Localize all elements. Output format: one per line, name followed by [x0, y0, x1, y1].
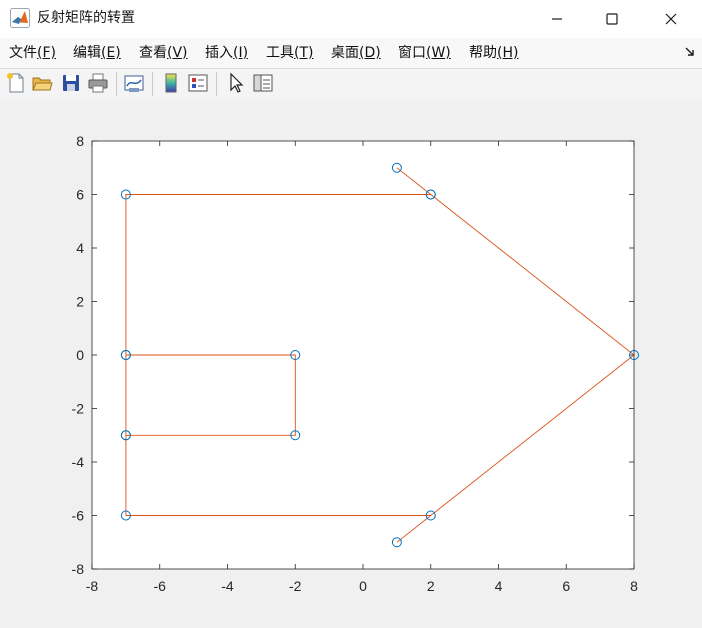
- x-tick-label: -2: [289, 578, 302, 594]
- plot-area[interactable]: -8 -6 -4 -2 0 2 4 6 8 8 6 4 2 0 -2 -4 -6 -8: [0, 101, 702, 628]
- y-tick-label: -2: [72, 401, 85, 417]
- menu-edit[interactable]: 编辑(E): [73, 44, 121, 62]
- window-title: 反射矩阵的转置: [37, 10, 135, 26]
- pointer-icon[interactable]: [225, 72, 247, 94]
- x-tick-label: 6: [562, 578, 570, 594]
- open-file-icon[interactable]: [31, 72, 53, 94]
- x-tick-label: 4: [495, 578, 503, 594]
- legend-icon[interactable]: [187, 72, 209, 94]
- menu-file[interactable]: 文件(F): [9, 44, 56, 62]
- y-tick-label: 6: [76, 187, 84, 203]
- menu-help[interactable]: 帮助(H): [469, 44, 518, 62]
- maximize-button[interactable]: [585, 0, 639, 38]
- close-button[interactable]: [644, 0, 698, 38]
- x-tick-label: 2: [427, 578, 435, 594]
- y-tick-label: 0: [76, 347, 84, 363]
- figure-window: 反射矩阵的转置 文件(F) 编辑(E) 查看(V) 插入(I) 工具(T) 桌面…: [0, 0, 702, 628]
- menu-insert[interactable]: 插入(I): [205, 44, 248, 62]
- minimize-button[interactable]: [530, 0, 584, 38]
- save-icon[interactable]: [60, 72, 82, 94]
- figure-canvas: -8 -6 -4 -2 0 2 4 6 8 8 6 4 2 0 -2 -4 -6 -8: [0, 101, 702, 628]
- y-tick-label: -8: [72, 561, 85, 577]
- title-bar[interactable]: 反射矩阵的转置: [0, 0, 702, 38]
- print-icon[interactable]: [87, 72, 109, 94]
- maximize-icon: [606, 13, 618, 25]
- menu-desktop[interactable]: 桌面(D): [331, 44, 381, 62]
- y-tick-label: 2: [76, 294, 84, 310]
- link-plot-icon[interactable]: [123, 72, 145, 94]
- y-tick-label: -6: [72, 508, 85, 524]
- y-tick-label: 8: [76, 133, 84, 149]
- menu-window[interactable]: 窗口(W): [398, 44, 451, 62]
- x-tick-label: -6: [154, 578, 167, 594]
- menu-tools[interactable]: 工具(T): [266, 44, 313, 62]
- y-tick-label: 4: [76, 240, 84, 256]
- matlab-logo-icon: [10, 8, 30, 28]
- x-tick-label: 0: [359, 578, 367, 594]
- toolbar-separator: [116, 72, 117, 96]
- new-figure-icon[interactable]: [5, 72, 27, 94]
- x-tick-label: -4: [221, 578, 234, 594]
- close-icon: [665, 13, 677, 25]
- dock-figure-icon[interactable]: [684, 45, 696, 57]
- y-tick-label: -4: [72, 454, 85, 470]
- toolbar-separator: [152, 72, 153, 96]
- x-tick-label: -8: [86, 578, 99, 594]
- x-tick-label: 8: [630, 578, 638, 594]
- minimize-icon: [552, 18, 562, 20]
- colorbar-icon[interactable]: [160, 72, 182, 94]
- menu-view[interactable]: 查看(V): [139, 44, 188, 62]
- toolbar-separator: [216, 72, 217, 96]
- property-inspector-icon[interactable]: [252, 72, 274, 94]
